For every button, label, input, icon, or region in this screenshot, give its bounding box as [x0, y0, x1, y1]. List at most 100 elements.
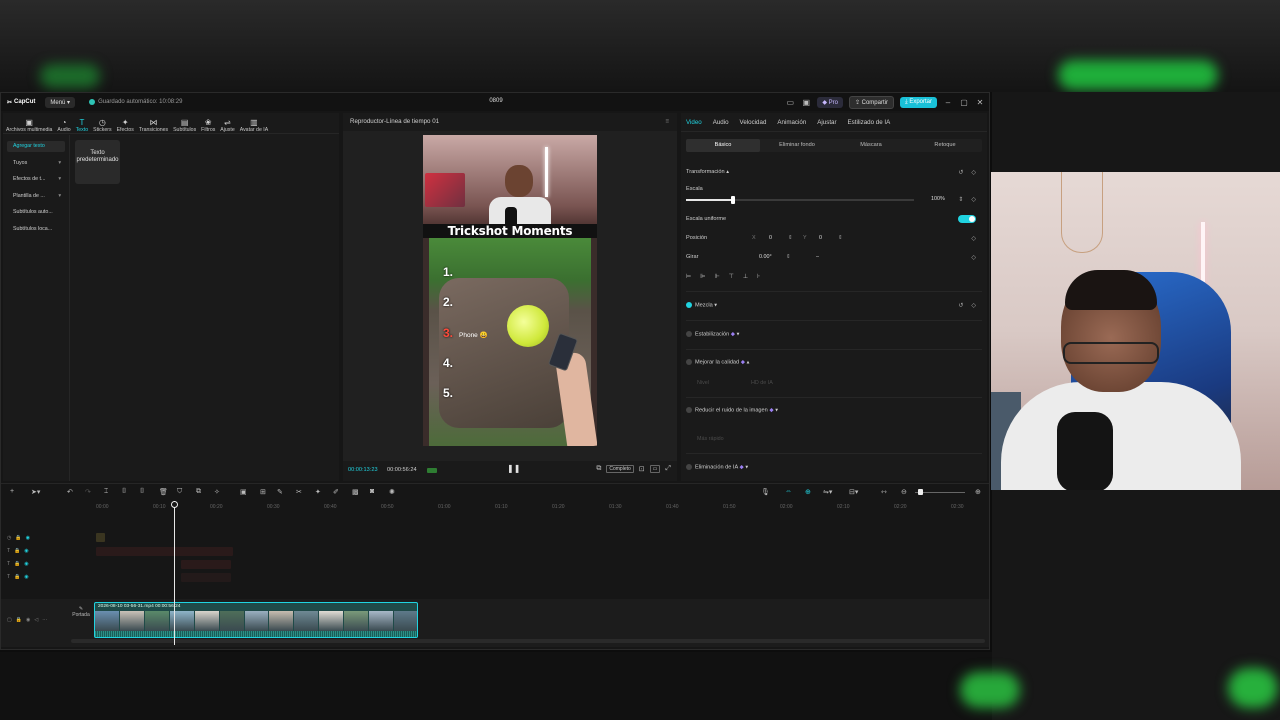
zoom-in-icon[interactable]: ⊕	[975, 488, 981, 496]
pause-icon[interactable]: ❚❚	[507, 464, 520, 473]
tool-audio[interactable]: ◔ Audio	[57, 118, 70, 133]
delete-icon[interactable]: 🗑	[159, 488, 168, 496]
tool-transitions[interactable]: ⋈ Transiciones	[139, 118, 168, 133]
reset-icon[interactable]: ↺	[958, 169, 963, 176]
reset-icon[interactable]: ↺	[958, 302, 963, 309]
tab-video[interactable]: Video	[686, 119, 702, 126]
tool-avatar[interactable]: ▥ Avatar de IA	[240, 118, 268, 133]
select-tool-icon[interactable]: ➤▾	[31, 488, 40, 496]
subtab-retouch[interactable]: Retoque	[908, 139, 982, 152]
enhance-checkbox[interactable]	[686, 359, 692, 365]
tab-ai-style[interactable]: Estilizado de IA	[848, 119, 891, 126]
ghost-clip[interactable]	[181, 560, 231, 569]
add-track-icon[interactable]: +	[10, 488, 14, 495]
subtab-remove-bg[interactable]: Eliminar fondo	[760, 139, 834, 152]
share-button[interactable]: ⇪ Compartir	[848, 96, 894, 109]
screenshot-icon[interactable]: ⊡	[639, 465, 645, 473]
zoom-out-icon[interactable]: ⊖	[901, 488, 907, 496]
cover-button[interactable]: ✎ Portada	[71, 606, 91, 618]
tab-animation[interactable]: Animación	[777, 119, 806, 126]
align-icons[interactable]: ⊨⊫⊩⊤⊥⊦	[686, 274, 769, 280]
ai-edit-icon[interactable]: ✎	[277, 488, 283, 496]
camera-icon[interactable]: ◙	[370, 488, 374, 495]
tool-stickers[interactable]: ◷ Stickers	[93, 118, 111, 133]
keyframe-icon[interactable]: ◇	[971, 235, 976, 242]
sidenav-text-effects[interactable]: Efectos de t... ▾	[7, 174, 65, 185]
transform-header[interactable]: Transformación ▴ ↺ ◇	[686, 169, 982, 176]
image-icon[interactable]: ▩	[352, 488, 359, 496]
link-icon[interactable]: ⇔	[785, 488, 792, 495]
clock-icon[interactable]: ◷	[7, 535, 11, 541]
layout-icon[interactable]: ▭	[785, 98, 795, 107]
timeline-ruler[interactable]: 00:00 00:10 00:20 00:30 00:40 00:50 01:00 01:10…	[1, 501, 989, 515]
shield-icon[interactable]: ⛉	[177, 488, 182, 496]
eye-icon[interactable]: ◉	[24, 574, 28, 580]
sidenav-text-template[interactable]: Plantilla de ... ▾	[7, 191, 65, 202]
enhance-level-select[interactable]: HD de IA	[751, 380, 773, 386]
crop-icon[interactable]: ⧉	[196, 488, 201, 496]
ai-removal-checkbox[interactable]	[686, 464, 692, 470]
uniform-scale-toggle[interactable]	[958, 215, 976, 223]
sidenav-auto-captions[interactable]: Subtítulos auto...	[7, 207, 65, 218]
track-controls[interactable]: ◷ 🔒 ◉	[7, 535, 30, 541]
more-icon[interactable]: ···	[42, 617, 47, 623]
keyframe-icon[interactable]: ◇	[971, 254, 976, 261]
hd-icon[interactable]: ▭	[649, 465, 661, 473]
subtab-mask[interactable]: Máscara	[834, 139, 908, 152]
minimize-icon[interactable]: –	[943, 98, 953, 107]
tool-effects[interactable]: ✦ Efectos	[117, 118, 134, 133]
tool-text[interactable]: T Texto	[76, 118, 88, 133]
tool-filters[interactable]: ❀ Filtros	[201, 118, 215, 133]
stabilization-row[interactable]: Estabilización ◆ ▾	[686, 331, 982, 337]
sidenav-add-text[interactable]: Agregar texto	[7, 141, 65, 152]
track-controls[interactable]: T 🔒 ◉	[7, 574, 29, 580]
lock-icon[interactable]: 🔒	[14, 574, 20, 580]
mic-icon[interactable]: 🎙	[761, 488, 770, 496]
split-icon[interactable]: ⌶	[104, 488, 108, 496]
brush-icon[interactable]: ✐	[333, 488, 339, 496]
caption-icon[interactable]: ▣	[240, 488, 247, 496]
ghost-clip[interactable]	[96, 533, 105, 542]
export-button[interactable]: ⤓ Exportar	[899, 97, 937, 108]
lock-icon[interactable]: 🔒	[15, 535, 21, 541]
track-controls[interactable]: T 🔒 ◉	[7, 561, 29, 567]
track-link-icon[interactable]: ⇋▾	[823, 488, 832, 496]
scale-value[interactable]: 100%	[931, 196, 945, 202]
text-track-icon[interactable]: T	[7, 548, 10, 554]
snap-icon[interactable]: ⊕	[805, 488, 811, 496]
rotate-input[interactable]: 0.00°	[759, 254, 772, 260]
monitor-icon[interactable]: ▣	[801, 98, 811, 107]
tool-adjust[interactable]: ⇌ Ajuste	[220, 118, 234, 133]
position-y-input[interactable]: 0	[819, 235, 822, 241]
keyframe-icon[interactable]: ◇	[971, 302, 976, 309]
eye-icon[interactable]: ◉	[26, 535, 30, 541]
stepper-icon[interactable]: ⇕	[788, 235, 793, 241]
text-track-icon[interactable]: T	[7, 574, 10, 580]
stepper-icon[interactable]: ⇕	[786, 254, 791, 260]
blend-row[interactable]: Mezcla ▾ ↺ ◇	[686, 302, 982, 309]
ai-removal-row[interactable]: Eliminación de IA ◆ ▾	[686, 464, 982, 470]
lock-icon[interactable]: 🔒	[16, 617, 22, 623]
audio-mute-icon[interactable]: ◁	[34, 617, 38, 623]
video-clip[interactable]: 2026-08-10 03-56-31.mp4 00:00:56:24	[94, 602, 418, 638]
denoise-row[interactable]: Reducir el ruido de la imagen ◆ ▾	[686, 407, 982, 413]
denoise-option[interactable]: Más rápido	[697, 436, 724, 442]
keyframe-icon[interactable]: ◇	[971, 169, 976, 176]
blend-checkbox[interactable]	[686, 302, 692, 308]
freeze-icon[interactable]: ⊞	[260, 488, 266, 496]
stepper-icon[interactable]: ⇕	[958, 196, 963, 203]
preview-icon[interactable]: ⊟▾	[849, 488, 858, 496]
lock-icon[interactable]: 🔒	[14, 548, 20, 554]
ghost-clip[interactable]	[96, 547, 233, 556]
ratio-button[interactable]: Completo	[606, 465, 634, 473]
default-text-card[interactable]: Texto predeterminado	[75, 140, 120, 184]
video-preview[interactable]: Trickshot Moments 1. 2. 3. Phone 😀 4. 5.	[423, 135, 597, 446]
tab-speed[interactable]: Velocidad	[740, 119, 767, 126]
eye-icon[interactable]: ◉	[24, 561, 28, 567]
subtab-basic[interactable]: Básico	[686, 139, 760, 152]
tab-audio[interactable]: Audio	[713, 119, 729, 126]
tool-subtitles[interactable]: ▤ Subtítulos	[173, 118, 196, 133]
fullscreen-icon[interactable]: ⤢	[665, 465, 671, 473]
stepper-icon[interactable]: ⇕	[838, 235, 843, 241]
track-controls[interactable]: T 🔒 ◉	[7, 548, 29, 554]
